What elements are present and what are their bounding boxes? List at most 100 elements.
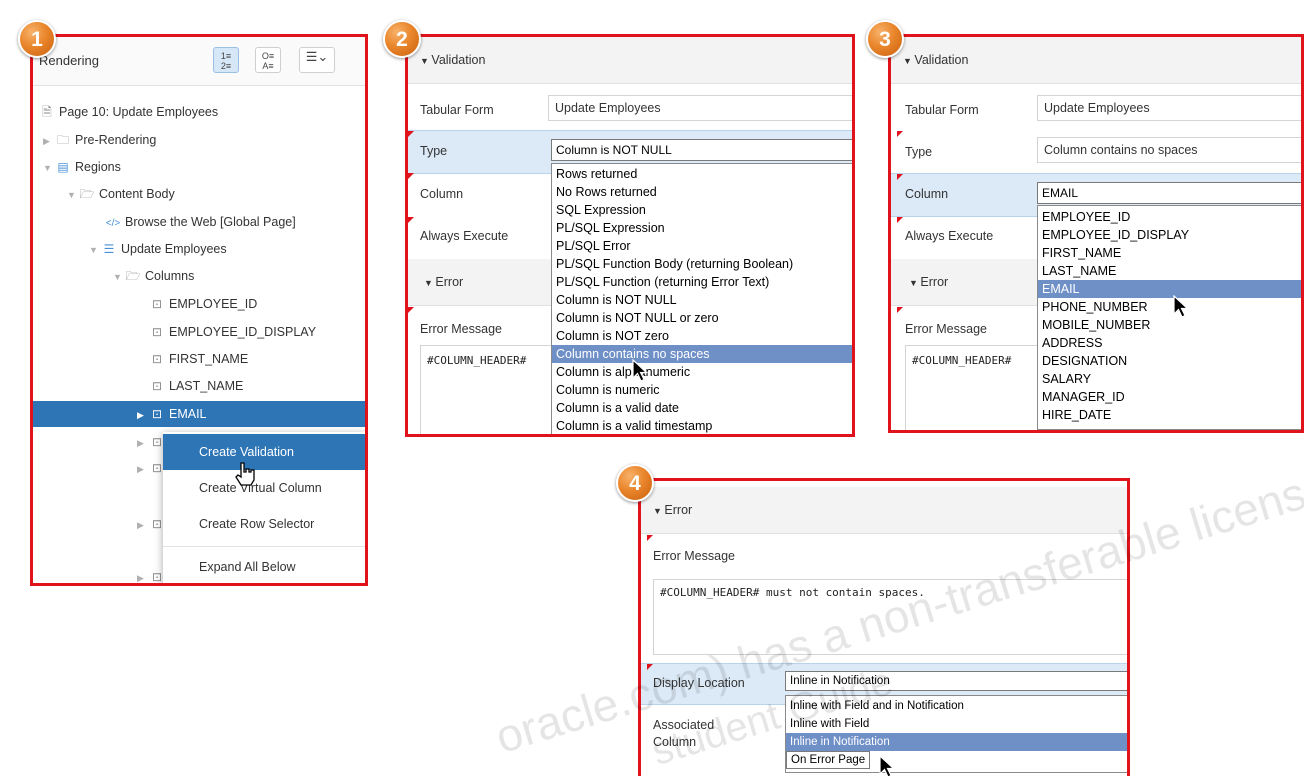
tree-item-regions[interactable]: ▼ ▤ Regions (33, 154, 365, 180)
type-field[interactable]: Column contains no spaces (1037, 137, 1301, 163)
type-option[interactable]: No Rows returned (552, 183, 852, 201)
tree-item-browse-web[interactable]: </> Browse the Web [Global Page] (33, 209, 365, 235)
sort-az-icon[interactable]: O≡ A≡ (255, 47, 281, 73)
tree-item-column[interactable]: ⊡ EMPLOYEE_ID (33, 291, 365, 317)
column-option[interactable]: FIRST_NAME (1038, 244, 1301, 262)
tree-item-page[interactable]: 🗎 Page 10: Update Employees (33, 99, 365, 125)
label-error-message: Error Message (905, 322, 987, 336)
required-marker (897, 174, 903, 180)
display-location-dropdown-list: Inline with Field and in Notification In… (785, 695, 1127, 773)
label-error-message: Error Message (653, 549, 735, 563)
menu-expand-all-below[interactable]: Expand All Below (163, 549, 365, 583)
type-option[interactable]: Column is a valid date (552, 399, 852, 417)
collapse-arrow-icon: ▼ (903, 56, 915, 66)
section-validation[interactable]: ▼ Validation (891, 37, 1301, 84)
column-icon: ⊡ (151, 325, 163, 339)
type-option-highlighted[interactable]: Column contains no spaces (552, 345, 852, 363)
column-option-highlighted[interactable]: EMAIL (1038, 280, 1301, 298)
collapse-arrow-icon[interactable]: ▼ (113, 264, 125, 290)
step-badge-2: 2 (383, 20, 421, 58)
location-option[interactable]: Inline with Field (786, 715, 1127, 733)
column-option[interactable]: SALARY (1038, 370, 1301, 388)
column-icon: ⊡ (151, 352, 163, 366)
required-marker (897, 217, 903, 223)
column-option[interactable]: MOBILE_NUMBER (1038, 316, 1301, 334)
tabular-form-field[interactable]: Update Employees (1037, 95, 1301, 121)
menu-create-row-selector[interactable]: Create Row Selector (163, 506, 365, 542)
folder-icon: 🗀 (56, 133, 69, 147)
type-option[interactable]: Column is NOT zero (552, 327, 852, 345)
expand-arrow-icon[interactable]: ▶ (137, 402, 149, 428)
type-option[interactable]: Rows returned (552, 165, 852, 183)
tree-item-column[interactable]: ⊡ LAST_NAME (33, 373, 365, 399)
label-error-message: Error Message (420, 322, 502, 336)
rendering-title: Rendering (39, 53, 99, 68)
menu-create-validation[interactable]: Create Validation (163, 434, 365, 470)
type-option[interactable]: SQL Expression (552, 201, 852, 219)
tabular-form-field[interactable]: Update Employees (548, 95, 852, 121)
location-option[interactable]: Inline with Field and in Notification (786, 697, 1127, 715)
column-icon: ⊡ (151, 379, 163, 393)
collapse-arrow-icon[interactable]: ▼ (43, 155, 55, 181)
required-marker (408, 217, 414, 223)
required-marker (897, 131, 903, 137)
folder-open-icon: 🗁 (79, 187, 95, 201)
tree-item-column[interactable]: ⊡ EMPLOYEE_ID_DISPLAY (33, 319, 365, 345)
step-badge-3: 3 (866, 20, 904, 58)
type-option[interactable]: Column is alphanumeric (552, 363, 852, 381)
type-option[interactable]: Column is a valid timestamp (552, 417, 852, 434)
type-option[interactable]: PL/SQL Function Body (returning Boolean) (552, 255, 852, 273)
tree-item-email-selected[interactable]: ▶ ⊡ EMAIL (33, 401, 365, 427)
error-message-textarea[interactable]: #COLUMN_HEADER# must not contain spaces. (653, 579, 1127, 655)
tree-item-columns[interactable]: ▼ 🗁 Columns (33, 263, 365, 289)
location-option-highlighted[interactable]: Inline in Notification (786, 733, 1127, 751)
menu-create-virtual-column[interactable]: Create Virtual Column (163, 470, 365, 506)
collapse-arrow-icon[interactable]: ▼ (67, 182, 79, 208)
validation-type-panel: ▼ Validation Tabular Form Update Employe… (405, 34, 855, 437)
type-option[interactable]: PL/SQL Expression (552, 219, 852, 237)
tree-item-update-employees[interactable]: ▼ ☰ Update Employees (33, 236, 365, 262)
column-option[interactable]: DESIGNATION (1038, 352, 1301, 370)
folder-open-icon: 🗁 (125, 269, 141, 283)
location-option[interactable]: On Error Page (786, 751, 870, 769)
collapse-arrow-icon: ▼ (909, 278, 921, 288)
section-validation[interactable]: ▼ Validation (408, 37, 852, 84)
label-always-execute: Always Execute (420, 229, 509, 243)
type-option[interactable]: PL/SQL Error (552, 237, 852, 255)
type-option[interactable]: PL/SQL Function (returning Error Text) (552, 273, 852, 291)
column-option[interactable]: MANAGER_ID (1038, 388, 1301, 406)
type-option[interactable]: Column is NOT NULL (552, 291, 852, 309)
type-option[interactable]: Column is NOT NULL or zero (552, 309, 852, 327)
column-option[interactable]: LAST_NAME (1038, 262, 1301, 280)
required-marker (897, 307, 903, 313)
collapse-arrow-icon[interactable]: ▼ (89, 237, 101, 263)
section-error[interactable]: ▼ Error (641, 487, 1127, 534)
tree-item-pre-rendering[interactable]: ▶ 🗀 Pre-Rendering (33, 127, 365, 153)
view-menu-icon[interactable]: ☰⌄ (299, 47, 335, 73)
required-marker (408, 307, 414, 313)
context-menu: Create Validation Create Virtual Column … (163, 432, 365, 583)
column-option[interactable]: PHONE_NUMBER (1038, 298, 1301, 316)
required-marker (647, 664, 653, 670)
expand-arrow-icon[interactable]: ▶ (43, 128, 55, 154)
collapse-arrow-icon: ▼ (424, 278, 436, 288)
column-option[interactable]: EMPLOYEE_ID_DISPLAY (1038, 226, 1301, 244)
menu-separator (163, 546, 365, 547)
column-option[interactable]: HIRE_DATE (1038, 406, 1301, 424)
label-type: Type (905, 145, 933, 159)
column-select[interactable]: EMAIL (1037, 182, 1301, 204)
tree-item-column[interactable]: ⊡ FIRST_NAME (33, 346, 365, 372)
step-badge-4: 4 (616, 464, 654, 502)
tree-item-content-body[interactable]: ▼ 🗁 Content Body (33, 181, 365, 207)
label-associated-column: Associated Column (653, 718, 715, 749)
column-option[interactable]: EMPLOYEE_ID (1038, 208, 1301, 226)
type-select[interactable]: Column is NOT NULL (551, 139, 852, 161)
label-tabular-form: Tabular Form (420, 103, 494, 117)
step-badge-1: 1 (18, 20, 56, 58)
collapse-arrow-icon: ▼ (420, 56, 432, 66)
display-location-select[interactable]: Inline in Notification (785, 671, 1127, 691)
numbered-list-icon[interactable]: 1≡ 2≡ (213, 47, 239, 73)
column-option[interactable]: ADDRESS (1038, 334, 1301, 352)
type-dropdown-list: Rows returned No Rows returned SQL Expre… (551, 163, 852, 434)
type-option[interactable]: Column is numeric (552, 381, 852, 399)
